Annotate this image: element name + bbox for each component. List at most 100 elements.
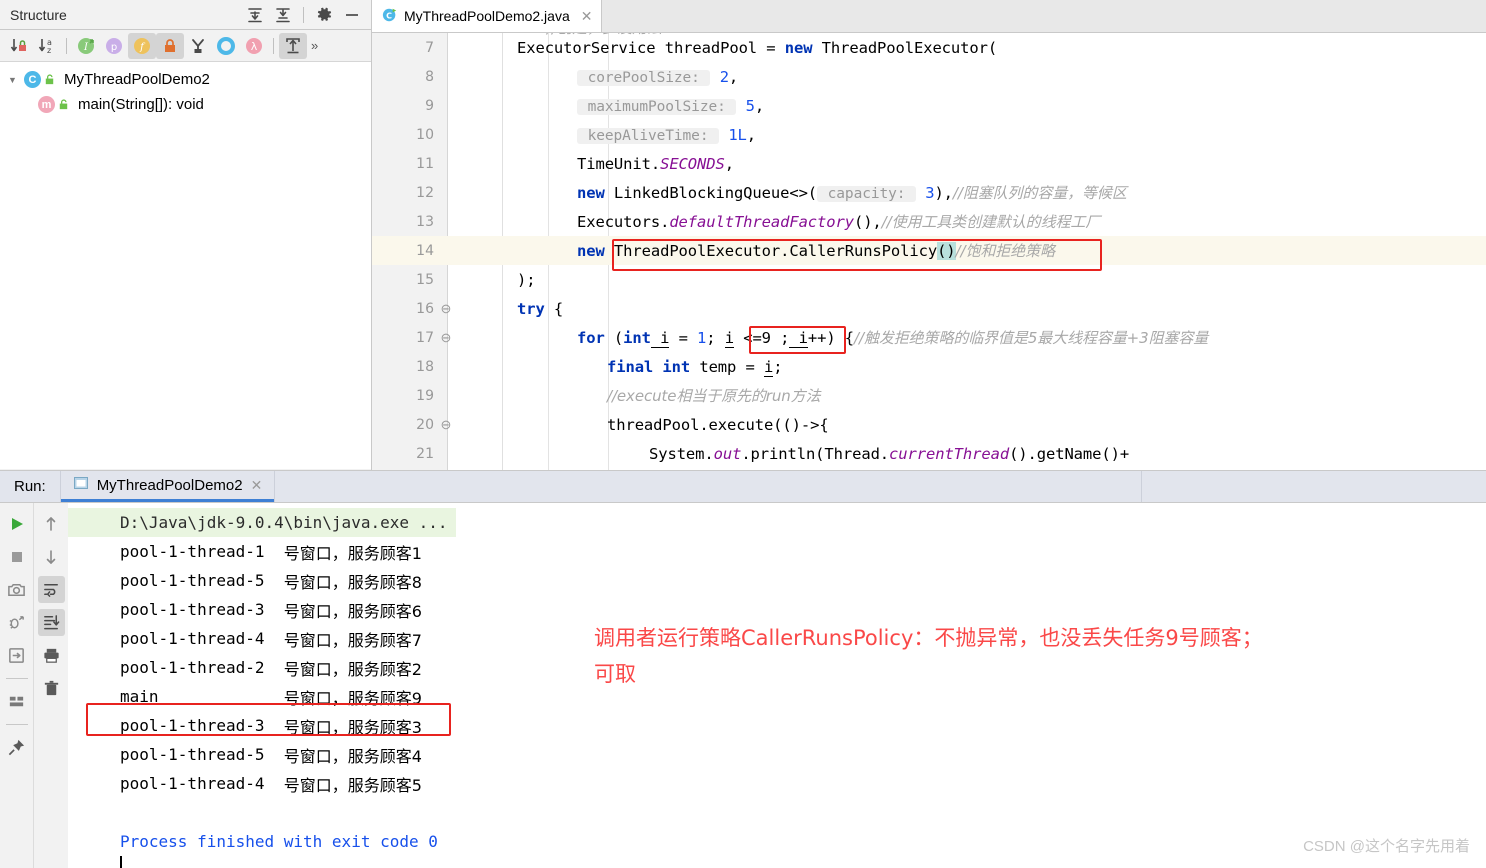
annotation-text: 调用者运行策略CallerRunsPolicy：不抛异常，也没丢失任务9号顾客；… [594,620,1424,692]
snapshot-camera-icon[interactable] [3,576,30,603]
show-anonymous-classes-icon[interactable] [184,33,212,59]
code-line-11[interactable]: 11 TimeUnit.SECONDS, [372,149,1486,178]
divider [5,724,28,725]
tree-item-method[interactable]: m main(String[]): void [0,92,371,117]
line-number: 15 [416,271,434,288]
divider [66,37,67,54]
code-text: maximumPoolSize: 5, [577,96,765,115]
method-icon: m [38,96,55,113]
code-line-12[interactable]: 12 new LinkedBlockingQueue<>( capacity: 3… [372,178,1486,207]
code-line-13[interactable]: 13 Executors.defaultThreadFactory(),//使用工… [372,207,1486,236]
structure-toolbar: az I p f λ » [0,30,371,62]
structure-tree: ▼ C MyThreadPoolDemo2 m main(String[]): … [0,62,371,469]
soft-wrap-icon[interactable] [37,576,65,603]
code-line-20[interactable]: 20 ⊖ threadPool.execute(()->{ [372,410,1486,439]
run-label: Run: [0,471,61,502]
show-inherited-icon[interactable]: I [72,33,100,59]
run-secondary-toolbar [33,503,68,868]
editor-tab-bar: C MyThreadPoolDemo2.java ✕ [372,0,1486,33]
public-badge-icon [43,73,59,86]
show-properties-icon[interactable]: p [100,33,128,59]
import-icon[interactable] [3,642,30,669]
close-icon[interactable]: ✕ [251,477,263,494]
code-text: Executors.defaultThreadFactory(),//使用工具类… [577,213,1101,231]
run-tab-mythreadpooldemo2[interactable]: MyThreadPoolDemo2 ✕ [60,471,275,502]
run-panel: Run: MyThreadPoolDemo2 ✕ D:\Java\jdk-9.0… [0,470,1486,868]
settings-gear-icon[interactable] [311,2,337,28]
svg-text:z: z [47,46,51,55]
code-line-18[interactable]: 18 final int temp = i; [372,352,1486,381]
code-editor[interactable]: //创建，多没用法 7ExecutorService threadPool = … [372,33,1486,470]
run-left-toolbar [0,503,33,868]
line-number: 20 [416,416,434,433]
trash-icon[interactable] [38,675,65,702]
code-line-19[interactable]: 19 //execute相当于原先的run方法 [372,381,1486,410]
sort-alphabetically-icon[interactable]: az [33,33,61,59]
line-number: 9 [425,97,434,114]
svg-text:λ: λ [251,40,258,53]
divider [273,37,274,54]
layout-icon[interactable] [3,688,30,715]
editor-tab-mythreadpooldemo2[interactable]: C MyThreadPoolDemo2.java ✕ [372,0,603,32]
close-icon[interactable]: ✕ [581,8,593,25]
code-line-8[interactable]: 8 corePoolSize: 2, [372,62,1486,91]
tree-item-label: MyThreadPoolDemo2 [64,71,210,88]
console-line: pool-1-thread-5 号窗口，服务顾客8 [120,571,422,592]
code-line-14[interactable]: 14 new ThreadPoolExecutor.CallerRunsPolic… [372,236,1486,265]
show-lambdas-icon[interactable]: λ [240,33,268,59]
annotation-line-1: 调用者运行策略CallerRunsPolicy：不抛异常，也没丢失任务9号顾客； [594,626,1263,650]
scroll-up-icon[interactable] [38,510,65,537]
editor-tab-label: MyThreadPoolDemo2.java [404,8,570,24]
more-options-icon[interactable]: » [307,38,318,53]
code-line-15[interactable]: 15); [372,265,1486,294]
line-number: 13 [416,213,434,230]
scroll-down-icon[interactable] [38,543,65,570]
stop-icon[interactable] [3,543,30,570]
code-text: final int temp = i; [607,357,783,377]
divider [303,6,304,23]
tree-item-class[interactable]: ▼ C MyThreadPoolDemo2 [0,67,371,92]
pin-icon[interactable] [3,734,30,761]
line-number: 17 [416,329,434,346]
console-output[interactable]: D:\Java\jdk-9.0.4\bin\java.exe ... pool-1… [68,503,1486,868]
chevron-down-icon[interactable]: ▼ [8,75,24,85]
line-number: 10 [416,126,434,143]
print-icon[interactable] [38,642,65,669]
show-fields-icon[interactable]: f [128,32,156,59]
code-line-9[interactable]: 9 maximumPoolSize: 5, [372,91,1486,120]
code-line-7[interactable]: 7 ExecutorService threadPool = new Thread… [372,33,1486,62]
collapse-all-icon[interactable] [270,2,296,28]
fold-toggle-icon[interactable]: ⊖ [438,301,454,317]
run-panel-header: Run: MyThreadPoolDemo2 ✕ [0,470,1486,503]
code-text: new LinkedBlockingQueue<>( capacity: 3),… [577,184,1127,202]
expand-all-icon[interactable] [242,2,268,28]
run-tab-label: MyThreadPoolDemo2 [96,476,243,494]
show-interfaces-icon[interactable] [212,33,240,59]
code-line-10[interactable]: 10 keepAliveTime: 1L, [372,120,1486,149]
fold-toggle-icon[interactable]: ⊖ [438,330,454,346]
code-line-16[interactable]: 16 ⊖ try { [372,294,1486,323]
code-line-21[interactable]: 21 System.out.println(Thread.currentThrea… [372,439,1486,468]
structure-title: Structure [10,6,67,23]
code-text: TimeUnit.SECONDS, [577,154,734,173]
run-header-right-filler [1141,471,1486,502]
code-text: //execute相当于原先的run方法 [607,387,821,405]
sort-by-visibility-icon[interactable] [5,33,33,59]
console-line: pool-1-thread-5 号窗口，服务顾客4 [120,745,422,766]
show-non-public-icon[interactable] [156,32,184,59]
autoscroll-to-source-icon[interactable] [279,32,307,59]
code-text: keepAliveTime: 1L, [577,125,757,144]
code-line-17[interactable]: 17 ⊖ for (int i = 1; i <=9 ; i++) {//触发拒绝策… [372,323,1486,352]
run-config-icon [73,475,89,495]
code-lines: 7 ExecutorService threadPool = new Thread… [372,33,1486,468]
fold-toggle-icon[interactable]: ⊖ [438,417,454,433]
hide-panel-icon[interactable] [339,2,365,28]
line-number: 12 [416,184,434,201]
svg-text:p: p [111,42,117,53]
debug-icon[interactable] [3,609,30,636]
code-text: corePoolSize: 2, [577,67,739,86]
scroll-to-end-icon[interactable] [37,609,65,636]
code-text: threadPool.execute(()->{ [607,415,829,434]
rerun-icon[interactable] [3,510,30,537]
structure-panel: Structure a z I p f λ » ▼ C MyThreadPool… [0,0,372,470]
